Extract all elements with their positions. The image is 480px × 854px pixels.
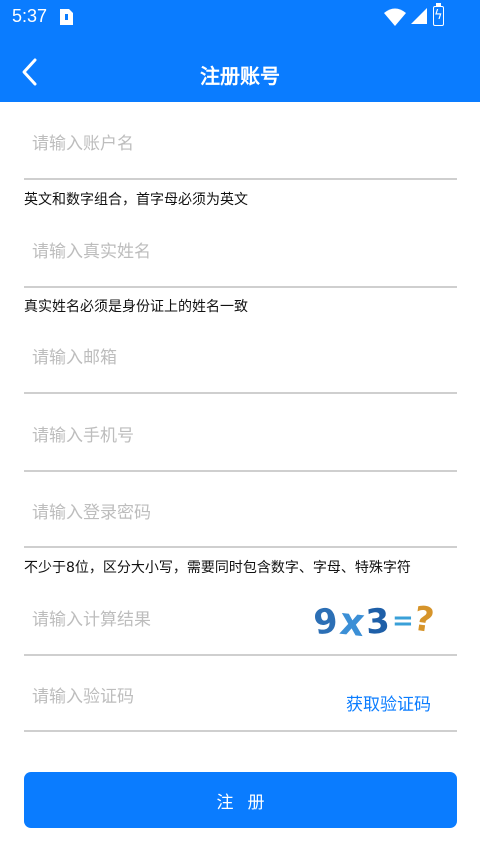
captcha-char: ? [411, 598, 437, 642]
wifi-icon [384, 8, 406, 26]
page-title: 注册账号 [200, 64, 280, 88]
captcha-char: x [337, 598, 367, 646]
phone-field [24, 402, 457, 472]
status-time: 5:37 [12, 6, 48, 26]
email-field [24, 324, 457, 394]
captcha-char: 9 [311, 600, 341, 644]
username-input[interactable] [24, 110, 457, 178]
password-field [24, 480, 457, 548]
username-hint: 英文和数字组合，首字母必须为英文 [24, 192, 248, 208]
captcha-char: 3 [364, 601, 392, 643]
captcha-image[interactable]: 9 x 3 = ? [311, 598, 438, 646]
header-bar: 5:37 注册账号 [0, 0, 480, 102]
email-input[interactable] [24, 324, 457, 392]
battery-charging-icon [433, 3, 444, 26]
username-field [24, 110, 457, 180]
password-input[interactable] [24, 480, 457, 546]
register-button[interactable]: 注册 [24, 772, 457, 828]
captcha-char: = [392, 606, 414, 636]
password-hint: 不少于8位，区分大小写，需要同时包含数字、字母、特殊字符 [24, 560, 411, 576]
realname-hint: 真实姓名必须是身份证上的姓名一致 [24, 299, 248, 315]
realname-input[interactable] [24, 218, 457, 286]
status-bar: 5:37 [0, 0, 480, 34]
sim-card-icon [60, 8, 74, 25]
phone-input[interactable] [24, 402, 457, 470]
realname-field [24, 218, 457, 288]
get-sms-code-button[interactable]: 获取验证码 [346, 690, 431, 715]
signal-icon [411, 8, 427, 24]
